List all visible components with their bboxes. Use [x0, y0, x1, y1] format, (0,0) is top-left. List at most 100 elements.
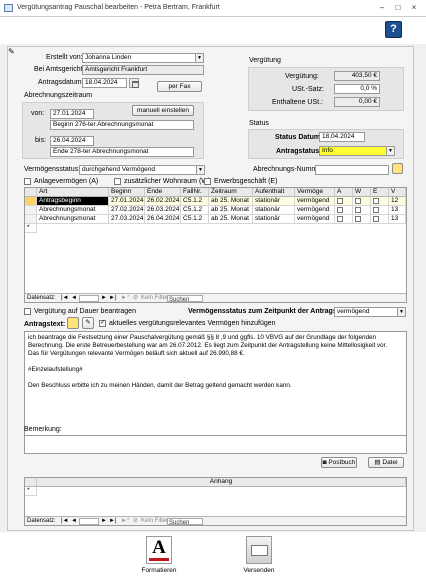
table-cell[interactable]: 27.01.2024: [109, 197, 145, 206]
table-cell[interactable]: stationär: [253, 197, 295, 206]
col-a-header[interactable]: A: [335, 188, 353, 197]
table-cell[interactable]: vermögend: [295, 197, 335, 206]
col-art-header[interactable]: Art: [37, 188, 109, 197]
table-cell[interactable]: stationär: [253, 206, 295, 215]
close-button[interactable]: ×: [408, 2, 420, 14]
table-cell[interactable]: C5.1.2: [181, 215, 209, 224]
anhang-nav-next-button[interactable]: ►: [101, 517, 107, 525]
table-cell[interactable]: Abrechnungsmonat: [37, 215, 109, 224]
per-fax-button[interactable]: per Fax: [157, 81, 202, 92]
table-cell[interactable]: 13: [389, 215, 406, 224]
row-checkbox-cell[interactable]: [371, 197, 389, 206]
abrechnungs-nummer-field[interactable]: [315, 165, 389, 175]
erstellt-von-combo[interactable]: Johanna Linden ▼: [82, 53, 204, 63]
antragstatus-combo[interactable]: Info ▼: [319, 146, 395, 156]
row-checkbox-cell[interactable]: [353, 206, 371, 215]
table-search-input[interactable]: Suchen: [167, 295, 203, 303]
chevron-down-icon[interactable]: ▼: [195, 54, 203, 62]
chevron-down-icon[interactable]: ▼: [397, 308, 405, 316]
table-cell[interactable]: 13: [389, 206, 406, 215]
row-checkbox-cell[interactable]: [353, 197, 371, 206]
col-vermoegen-header[interactable]: Vermöge: [295, 188, 335, 197]
anhang-search-input[interactable]: Suchen: [167, 518, 203, 526]
formatieren-button[interactable]: A Formatieren: [139, 536, 179, 582]
row-checkbox-cell[interactable]: [335, 197, 353, 206]
anhang-record-field[interactable]: [79, 518, 99, 525]
edit-pen-icon[interactable]: ✎: [82, 317, 94, 329]
row-selector[interactable]: [25, 197, 37, 206]
nav-next-button[interactable]: ►: [101, 294, 107, 302]
bis-text-field[interactable]: Ende 278-ter Abrechnungsmonat: [50, 147, 194, 157]
anhang-header[interactable]: Anhang: [37, 478, 406, 487]
row-checkbox-cell[interactable]: [335, 206, 353, 215]
table-cell[interactable]: stationär: [253, 215, 295, 224]
chevron-down-icon[interactable]: ▼: [386, 147, 394, 155]
kein-filter-label[interactable]: Kein Filter: [141, 294, 168, 302]
row-checkbox[interactable]: [355, 216, 361, 222]
folder-icon[interactable]: [67, 317, 79, 329]
nav-first-button[interactable]: |◄: [61, 294, 69, 302]
row-checkbox[interactable]: [373, 207, 379, 213]
table-cell[interactable]: ab 25. Monat: [209, 197, 253, 206]
table-cell[interactable]: Abrechnungsmonat: [37, 206, 109, 215]
von-field[interactable]: 27.01.2024: [50, 109, 94, 119]
anhang-kein-filter-label[interactable]: Kein Filter: [141, 517, 168, 525]
col-v-header[interactable]: V: [389, 188, 406, 197]
anlagevermoegen-checkbox[interactable]: [24, 178, 31, 185]
col-beginn-header[interactable]: Beginn: [109, 188, 145, 197]
no-filter-icon[interactable]: ⊘: [133, 294, 138, 302]
row-checkbox[interactable]: [337, 207, 343, 213]
versenden-button[interactable]: Versenden: [239, 536, 279, 582]
vstatus-combo[interactable]: vermögend ▼: [334, 307, 406, 317]
ust-satz-field[interactable]: 0,0 %: [334, 84, 380, 94]
col-w-header[interactable]: W: [353, 188, 371, 197]
table-cell[interactable]: 12: [389, 197, 406, 206]
new-row-selector[interactable]: *: [25, 224, 37, 233]
table-cell[interactable]: vermögend: [295, 206, 335, 215]
nav-prev-button[interactable]: ◄: [71, 294, 77, 302]
anhang-new-row-selector[interactable]: *: [25, 487, 37, 496]
chevron-down-icon[interactable]: ▼: [196, 166, 204, 174]
datei-button[interactable]: ▤ Datei: [368, 457, 404, 468]
nav-new-button[interactable]: ►*: [121, 294, 129, 302]
maximize-button[interactable]: □: [392, 2, 404, 14]
table-cell[interactable]: 26.04.2024: [145, 215, 181, 224]
help-button[interactable]: ?: [385, 21, 402, 38]
row-selector[interactable]: [25, 206, 37, 215]
row-checkbox-cell[interactable]: [371, 206, 389, 215]
row-checkbox[interactable]: [373, 216, 379, 222]
wohnraum-checkbox[interactable]: [114, 178, 121, 185]
table-cell[interactable]: C5.1.2: [181, 197, 209, 206]
table-cell[interactable]: ab 25. Monat: [209, 206, 253, 215]
von-text-field[interactable]: Beginn 276-ter Abrechnungsmonat: [50, 120, 194, 130]
row-checkbox[interactable]: [355, 207, 361, 213]
col-e-header[interactable]: E: [371, 188, 389, 197]
dauer-checkbox[interactable]: [24, 308, 31, 315]
table-cell[interactable]: 27.02.2024: [109, 206, 145, 215]
minimize-button[interactable]: –: [376, 2, 388, 14]
antragsdatum-field[interactable]: 18.04.2024: [82, 78, 127, 88]
nav-last-button[interactable]: ►|: [109, 294, 117, 302]
table-cell[interactable]: C5.1.2: [181, 206, 209, 215]
col-fallnr-header[interactable]: FallNr.: [181, 188, 209, 197]
table-cell[interactable]: ab 25. Monat: [209, 215, 253, 224]
row-checkbox[interactable]: [337, 198, 343, 204]
table-cell[interactable]: 26.02.2024: [145, 197, 181, 206]
table-cell[interactable]: vermögend: [295, 215, 335, 224]
anhang-nav-first-button[interactable]: |◄: [61, 517, 69, 525]
erwerbsgeschaeft-checkbox[interactable]: [204, 178, 211, 185]
row-checkbox-cell[interactable]: [335, 215, 353, 224]
aktuelles-checkbox[interactable]: ✓: [99, 320, 106, 327]
col-ende-header[interactable]: Ende: [145, 188, 181, 197]
record-number-field[interactable]: [79, 295, 99, 302]
row-selector[interactable]: [25, 215, 37, 224]
table-cell[interactable]: 27.03.2024: [109, 215, 145, 224]
calendar-icon[interactable]: [129, 78, 139, 88]
row-checkbox[interactable]: [355, 198, 361, 204]
bemerkung-field[interactable]: [24, 435, 407, 454]
number-generate-icon[interactable]: [392, 163, 403, 174]
row-checkbox[interactable]: [337, 216, 343, 222]
table-cell[interactable]: Antragsbeginn: [37, 197, 109, 206]
anhang-nav-prev-button[interactable]: ◄: [71, 517, 77, 525]
table-cell[interactable]: 26.03.2024: [145, 206, 181, 215]
